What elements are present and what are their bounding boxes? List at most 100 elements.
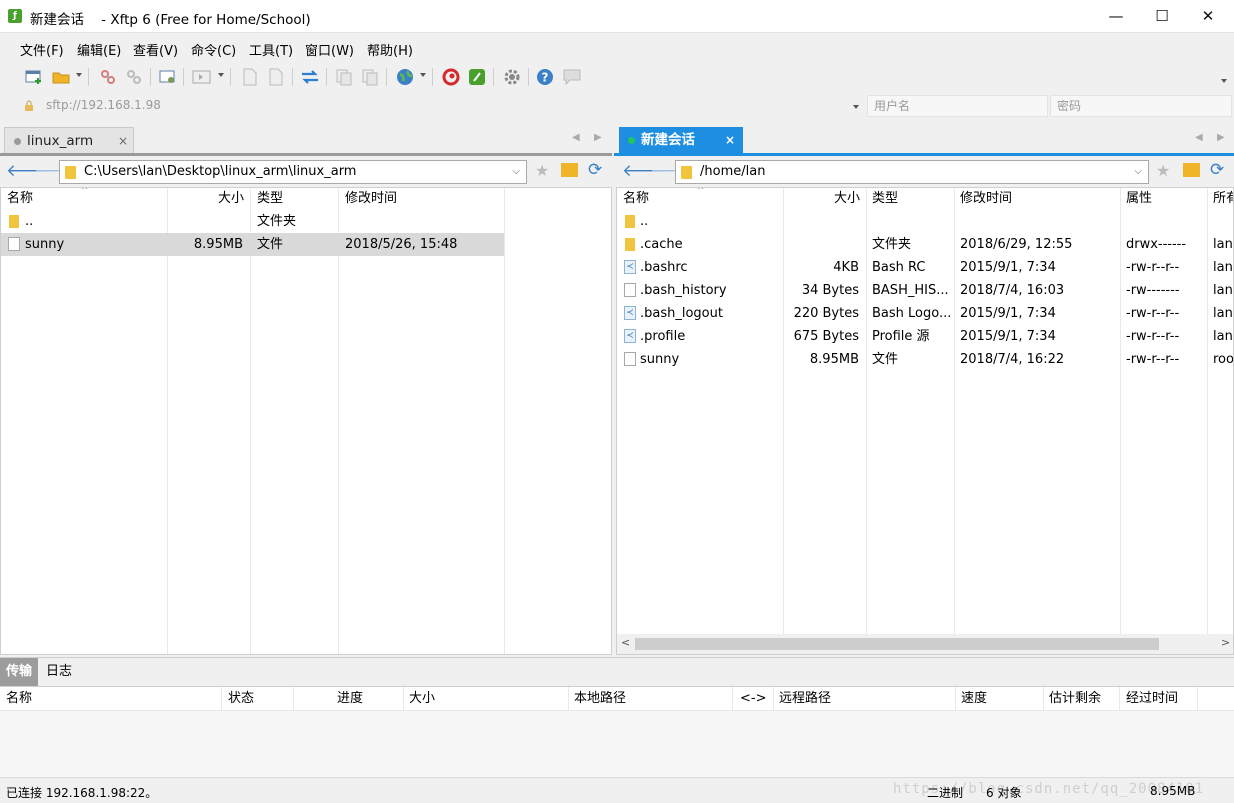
tab-transfer[interactable]: 传输	[0, 658, 38, 686]
col-type[interactable]: 类型	[872, 188, 898, 210]
right-path-input[interactable]: /home/lan ⌵	[675, 160, 1149, 184]
menu-help[interactable]: 帮助(H)	[367, 40, 413, 59]
password-input[interactable]: 密码	[1050, 95, 1232, 117]
table-row[interactable]: .. 文件夹	[1, 210, 504, 233]
horizontal-scrollbar[interactable]: < >	[617, 634, 1233, 654]
close-window-button[interactable]: ✕	[1185, 0, 1231, 32]
maximize-button[interactable]: ☐	[1139, 0, 1185, 32]
address-input[interactable]: sftp://192.168.1.98	[40, 95, 866, 117]
col-progress[interactable]: 进度	[293, 687, 363, 711]
table-row[interactable]: sunny 8.95MB 文件 2018/7/4, 16:22 -rw-r--r…	[617, 348, 1234, 371]
xftp-icon[interactable]	[467, 67, 487, 87]
left-path-input[interactable]: C:\Users\lan\Desktop\linux_arm\linux_arm…	[59, 160, 527, 184]
row-attributes: -rw-r--r--	[1126, 306, 1180, 321]
row-owner: lan	[1213, 283, 1233, 298]
table-row[interactable]: .cache 文件夹 2018/6/29, 12:55 drwx------ l…	[617, 233, 1233, 256]
paste-icon[interactable]	[360, 67, 380, 87]
scrollbar-thumb[interactable]	[635, 638, 1159, 650]
menu-window[interactable]: 窗口(W)	[305, 40, 354, 59]
toolbar-separator	[88, 68, 89, 86]
sync-transfer-icon[interactable]	[300, 67, 320, 87]
session-properties-icon[interactable]	[158, 67, 178, 87]
menu-file[interactable]: 文件(F)	[20, 40, 64, 59]
tab-scroll-left-icon[interactable]: ◀	[572, 132, 580, 143]
tab-log[interactable]: 日志	[46, 658, 72, 686]
menu-command[interactable]: 命令(C)	[191, 40, 236, 59]
tab-scroll-left-icon[interactable]: ◀	[1195, 132, 1203, 143]
table-row[interactable]: .bash_history 34 Bytes BASH_HIS... 2018/…	[617, 279, 1233, 302]
right-file-list: 名称 ^ 大小 类型 修改时间 属性 所有 .. .cache 文件夹 2018…	[616, 187, 1234, 655]
refresh-icon[interactable]: ⟳	[588, 160, 602, 180]
download-icon[interactable]	[266, 67, 286, 87]
new-session-icon[interactable]	[24, 67, 44, 87]
col-speed[interactable]: 速度	[961, 687, 987, 711]
copy-icon[interactable]	[334, 67, 354, 87]
home-folder-icon[interactable]	[561, 163, 578, 177]
table-row[interactable]: ≺ .bash_logout 220 Bytes Bash Logo... 20…	[617, 302, 1233, 325]
minimize-button[interactable]: —	[1093, 0, 1139, 32]
col-name[interactable]: 名称	[623, 188, 649, 210]
col-elapsed[interactable]: 经过时间	[1126, 687, 1178, 711]
col-eta[interactable]: 估计剩余	[1049, 687, 1101, 711]
file-icon	[8, 237, 20, 251]
address-dropdown-arrow-icon[interactable]	[853, 105, 859, 109]
menu-edit[interactable]: 编辑(E)	[77, 40, 121, 59]
row-owner: roo	[1213, 352, 1234, 367]
col-size[interactable]: 大小	[783, 188, 860, 210]
row-owner: lan	[1213, 329, 1233, 344]
disconnect-icon[interactable]	[124, 67, 144, 87]
chat-icon[interactable]	[562, 67, 582, 87]
col-owner[interactable]: 所有	[1213, 188, 1233, 210]
col-name[interactable]: 名称	[7, 188, 33, 210]
col-type[interactable]: 类型	[257, 188, 283, 210]
globe-icon[interactable]	[395, 67, 415, 87]
tab-new-session[interactable]: 新建会话 ×	[619, 127, 743, 153]
col-attributes[interactable]: 属性	[1126, 188, 1152, 210]
tab-label: linux_arm	[27, 133, 94, 149]
tab-scroll-right-icon[interactable]: ▶	[594, 132, 602, 143]
favorite-star-icon[interactable]: ★	[535, 161, 549, 180]
row-modified: 2015/9/1, 7:34	[960, 329, 1056, 344]
row-name: .bash_logout	[640, 306, 723, 321]
toolbar-separator	[528, 68, 529, 86]
terminal-icon[interactable]	[192, 67, 212, 87]
gear-icon[interactable]	[502, 67, 522, 87]
col-remote-path[interactable]: 远程路径	[779, 687, 831, 711]
col-modified[interactable]: 修改时间	[960, 188, 1012, 210]
terminal-dropdown-arrow-icon[interactable]	[218, 73, 224, 77]
scroll-right-icon[interactable]: >	[1221, 636, 1230, 649]
tab-close-icon[interactable]: ×	[725, 127, 735, 153]
col-status[interactable]: 状态	[228, 687, 254, 711]
path-dropdown-icon[interactable]: ⌵	[1134, 161, 1142, 183]
table-row[interactable]: ≺ .bashrc 4KB Bash RC 2015/9/1, 7:34 -rw…	[617, 256, 1233, 279]
tab-close-icon[interactable]: ×	[118, 128, 128, 154]
tab-scroll-right-icon[interactable]: ▶	[1217, 132, 1225, 143]
col-size[interactable]: 大小	[167, 188, 244, 210]
col-direction[interactable]: <->	[740, 687, 766, 711]
xshell-icon[interactable]	[441, 67, 461, 87]
refresh-icon[interactable]: ⟳	[1210, 160, 1224, 180]
home-folder-icon[interactable]	[1183, 163, 1200, 177]
menu-view[interactable]: 查看(V)	[133, 40, 178, 59]
scroll-left-icon[interactable]: <	[621, 636, 630, 649]
col-modified[interactable]: 修改时间	[345, 188, 397, 210]
table-row-selected[interactable]: sunny 8.95MB 文件 2018/5/26, 15:48	[1, 233, 504, 256]
upload-icon[interactable]	[240, 67, 260, 87]
menu-tools[interactable]: 工具(T)	[249, 40, 293, 59]
globe-dropdown-arrow-icon[interactable]	[420, 73, 426, 77]
col-name[interactable]: 名称	[6, 687, 32, 711]
open-dropdown-arrow-icon[interactable]	[76, 73, 82, 77]
col-local-path[interactable]: 本地路径	[574, 687, 626, 711]
toolbar-overflow-arrow-icon[interactable]	[1221, 79, 1227, 83]
open-folder-icon[interactable]	[51, 67, 71, 87]
path-dropdown-icon[interactable]: ⌵	[512, 161, 520, 183]
col-size[interactable]: 大小	[409, 687, 435, 711]
help-icon[interactable]: ?	[535, 67, 555, 87]
connect-icon[interactable]	[98, 67, 118, 87]
username-input[interactable]: 用户名	[867, 95, 1048, 117]
row-name: .cache	[640, 237, 683, 252]
favorite-star-icon[interactable]: ★	[1156, 161, 1170, 180]
table-row[interactable]: ..	[617, 210, 1233, 233]
tab-linux-arm[interactable]: linux_arm ×	[4, 127, 134, 153]
table-row[interactable]: ≺ .profile 675 Bytes Profile 源 2015/9/1,…	[617, 325, 1233, 348]
